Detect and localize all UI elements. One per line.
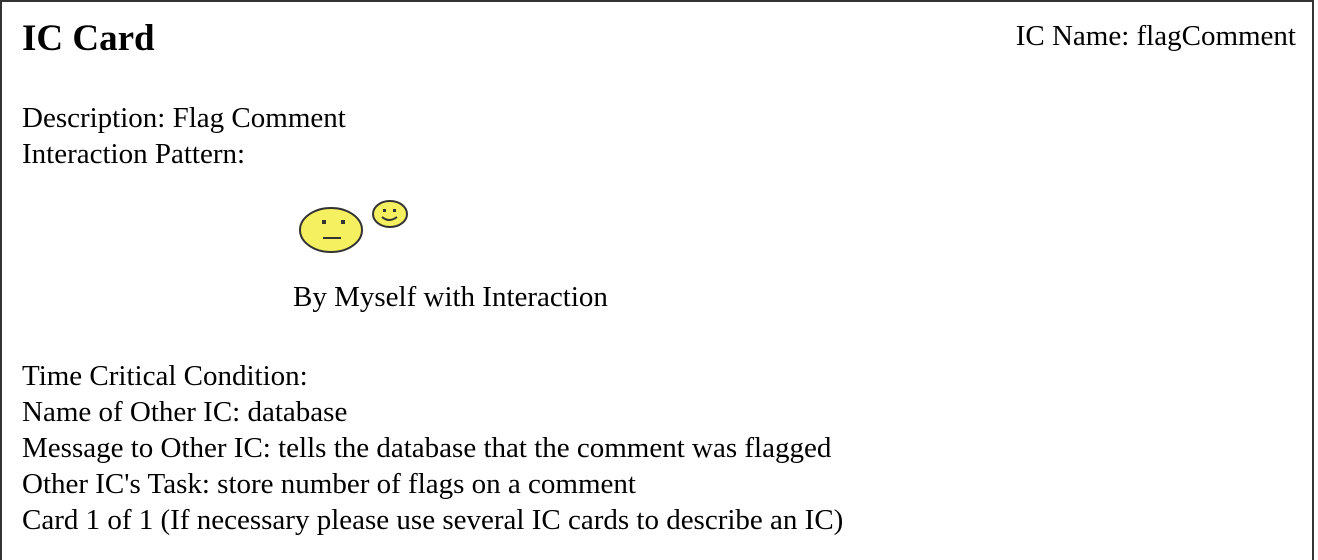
- description: Description: Flag Comment: [22, 102, 346, 134]
- interaction-pattern-label: Interaction Pattern:: [22, 138, 246, 170]
- pattern-label: By Myself with Interaction: [293, 281, 608, 313]
- message-to-other-ic: Message to Other IC: tells the database …: [22, 432, 832, 464]
- other-ic-task: Other IC's Task: store number of flags o…: [22, 468, 636, 500]
- card-title: IC Card: [22, 18, 155, 59]
- two-smiley-faces-icon: [299, 200, 408, 253]
- time-critical-condition: Time Critical Condition:: [22, 360, 308, 392]
- card-count: Card 1 of 1 (If necessary please use sev…: [22, 504, 844, 536]
- ic-card: IC Card IC Name: flagComment Description…: [0, 0, 1314, 560]
- other-ic-name: Name of Other IC: database: [22, 396, 348, 428]
- ic-name: IC Name: flagComment: [1015, 20, 1296, 52]
